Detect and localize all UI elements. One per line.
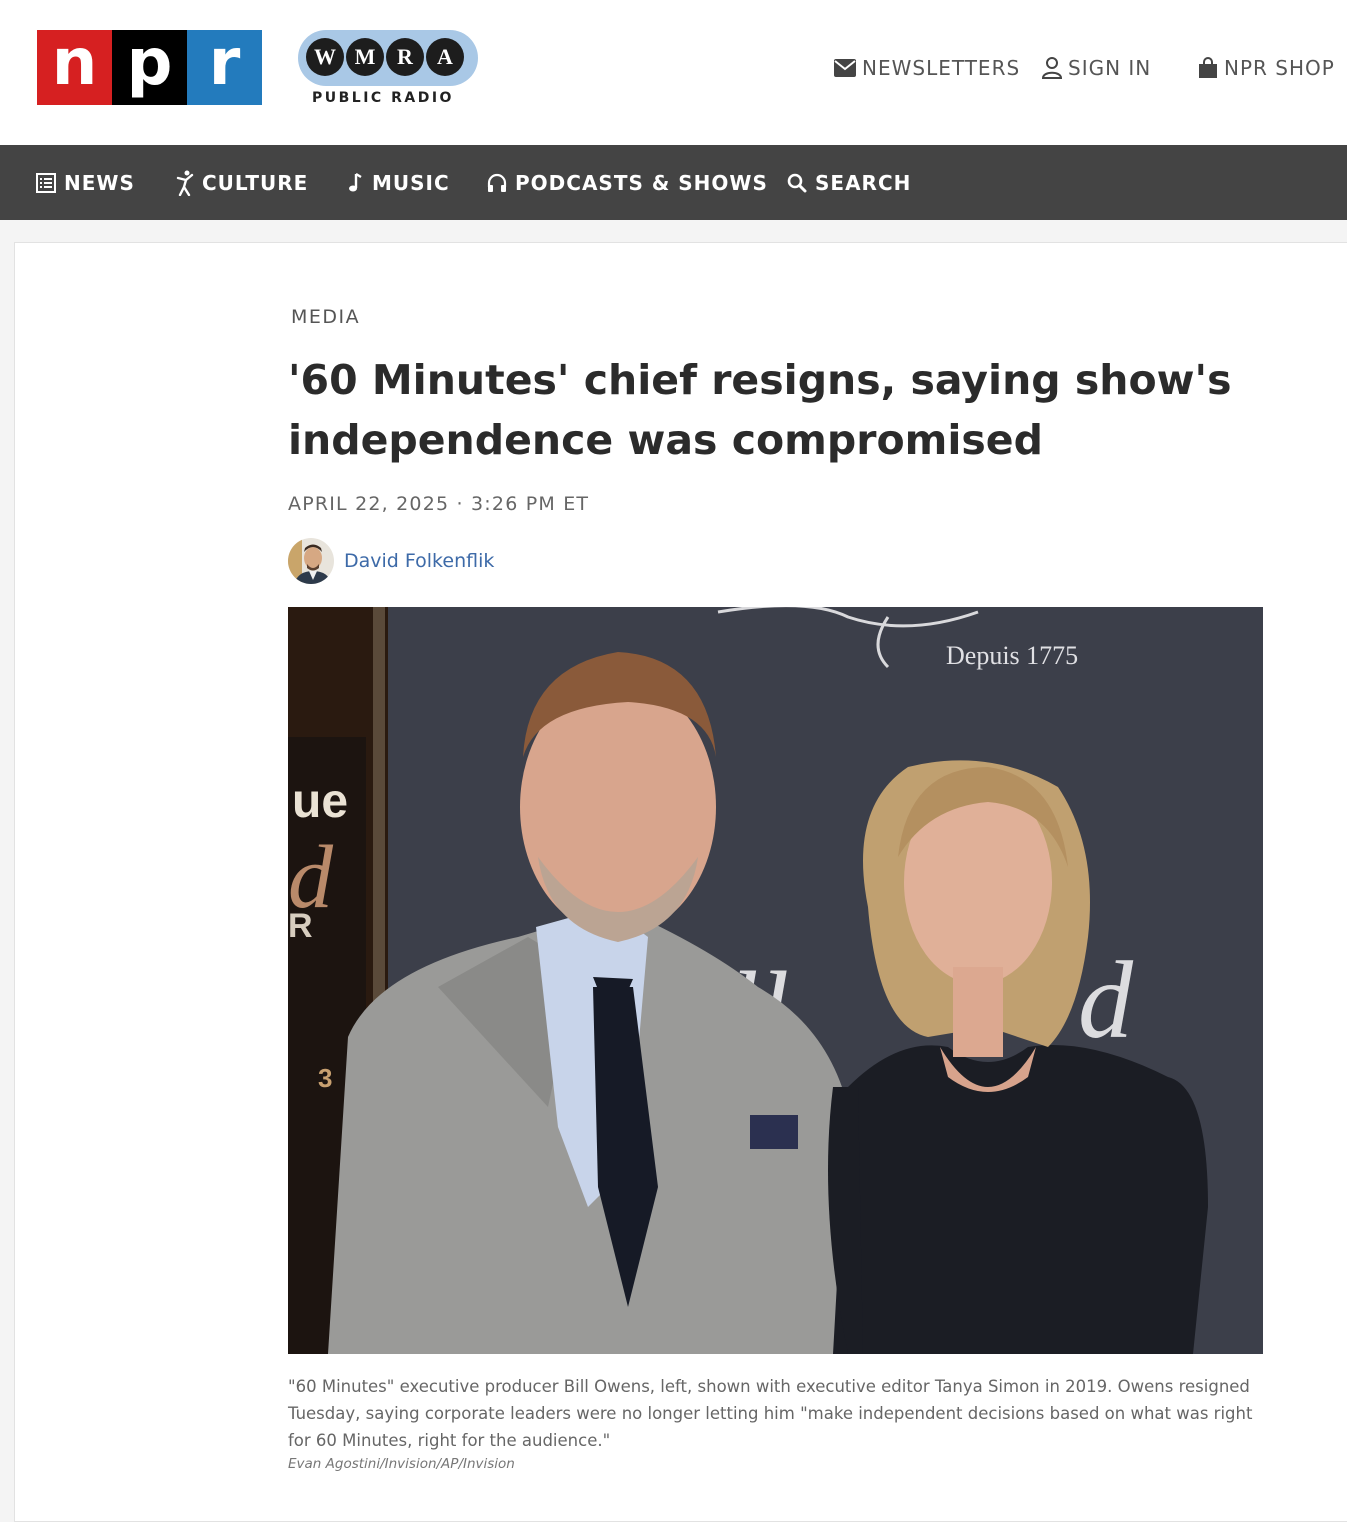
station-logo[interactable]: W M R A PUBLIC RADIO xyxy=(298,30,478,110)
article-dateline: APRIL 22, 2025 · 3:26 PM ET xyxy=(288,493,590,515)
station-logo-letters: W M R A xyxy=(306,38,464,76)
svg-text:ue: ue xyxy=(292,775,348,828)
nav-label: PODCASTS & SHOWS xyxy=(515,170,768,195)
author-link[interactable]: David Folkenflik xyxy=(344,550,494,572)
nav-label: SEARCH xyxy=(815,170,912,195)
user-icon xyxy=(1042,57,1062,79)
nav-item-podcasts-shows[interactable]: PODCASTS & SHOWS xyxy=(487,145,768,220)
envelope-icon xyxy=(834,59,856,77)
main-nav: NEWS CULTURE MUSIC PODCASTS & SHOWS SEAR… xyxy=(0,145,1347,220)
nav-item-culture[interactable]: CULTURE xyxy=(176,145,308,220)
nav-item-music[interactable]: MUSIC xyxy=(348,145,450,220)
station-letter: M xyxy=(346,38,384,76)
nav-item-search[interactable]: SEARCH xyxy=(787,145,911,220)
dancer-icon xyxy=(176,170,194,196)
sign-in-label: SIGN IN xyxy=(1068,56,1152,80)
npr-shop-label: NPR SHOP xyxy=(1224,56,1335,80)
npr-shop-link[interactable]: NPR SHOP xyxy=(1198,55,1335,81)
nav-label: CULTURE xyxy=(202,170,309,195)
photo-backdrop-text: Depuis 1775 xyxy=(946,641,1078,670)
newsletters-label: NEWSLETTERS xyxy=(862,56,1021,80)
nav-label: MUSIC xyxy=(372,170,450,195)
site-header: n p r W M R A PUBLIC RADIO NEWSLETTERS S… xyxy=(0,0,1347,145)
station-subtitle: PUBLIC RADIO xyxy=(312,90,454,106)
author-avatar[interactable] xyxy=(288,538,334,584)
station-letter: R xyxy=(386,38,424,76)
station-letter: W xyxy=(306,38,344,76)
search-icon xyxy=(787,173,807,192)
svg-text:R: R xyxy=(288,907,313,945)
newsletters-link[interactable]: NEWSLETTERS xyxy=(834,55,1020,81)
news-list-icon xyxy=(36,172,56,193)
shopping-bag-icon xyxy=(1199,57,1217,78)
photo-caption: "60 Minutes" executive producer Bill Owe… xyxy=(288,1377,1253,1450)
station-letter: A xyxy=(426,38,464,76)
music-note-icon xyxy=(349,172,362,191)
npr-logo-letter-n: n xyxy=(37,30,112,105)
sign-in-link[interactable]: SIGN IN xyxy=(1042,55,1151,81)
npr-logo-letter-p: p xyxy=(112,30,187,105)
article-headline: '60 Minutes' chief resigns, saying show'… xyxy=(288,356,1232,464)
nav-label: NEWS xyxy=(64,170,135,195)
svg-text:d: d xyxy=(1078,939,1134,1061)
article-photo: ue d R 3 Depuis 1775 ll d xyxy=(288,607,1263,1354)
npr-logo-letter-r: r xyxy=(187,30,262,105)
headphones-icon xyxy=(487,173,507,192)
byline: David Folkenflik xyxy=(288,537,494,585)
svg-text:3: 3 xyxy=(318,1063,332,1093)
nav-item-news[interactable]: NEWS xyxy=(36,145,135,220)
section-label[interactable]: MEDIA xyxy=(291,306,360,328)
npr-logo[interactable]: n p r xyxy=(37,30,262,105)
photo-credit: Evan Agostini/Invision/AP/Invision xyxy=(288,1456,515,1472)
